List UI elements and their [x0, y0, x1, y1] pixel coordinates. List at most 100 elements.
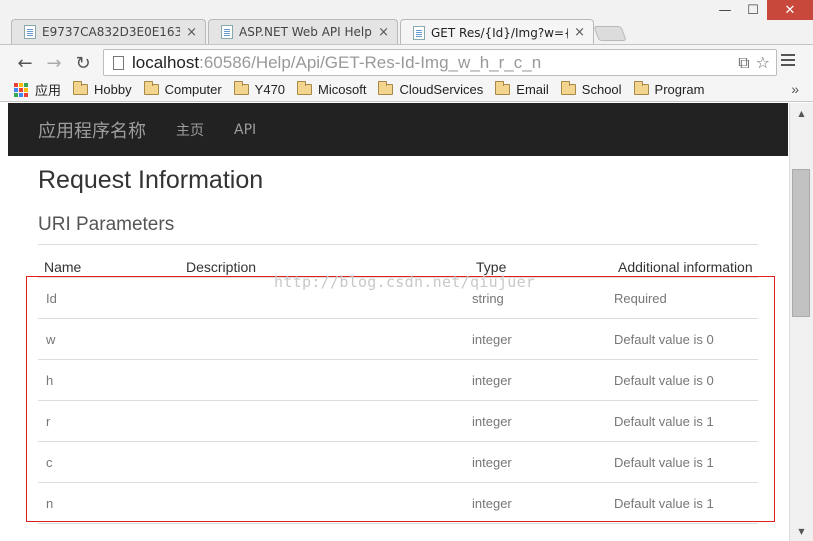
cell-info: Default value is 0	[612, 318, 758, 360]
folder-icon	[73, 81, 89, 95]
nav-link-home[interactable]: 主页	[176, 120, 204, 140]
nav-link-api[interactable]: API	[234, 122, 256, 138]
bookmark-label: Email	[516, 82, 549, 97]
bookmark-label: Computer	[164, 82, 222, 97]
cell-type: integer	[470, 441, 612, 483]
cell-type: integer	[470, 318, 612, 360]
page-icon	[24, 25, 36, 39]
menu-icon[interactable]	[781, 54, 795, 68]
column-header-type: Type	[470, 244, 612, 278]
cell-name: r	[38, 400, 180, 442]
folder-icon	[495, 81, 511, 95]
column-header-info: Additional information	[612, 244, 758, 278]
cell-description	[180, 277, 470, 319]
bookmark-computer[interactable]: Computer	[143, 81, 222, 97]
cell-info: Default value is 1	[612, 400, 758, 442]
tab-strip: E9737CA832D3E0E163C × ASP.NET Web API He…	[0, 0, 813, 45]
cell-info: Default value is 1	[612, 482, 758, 524]
page-icon	[413, 25, 425, 40]
tab-2[interactable]: ASP.NET Web API Help ×	[208, 19, 398, 44]
cell-name: n	[38, 482, 180, 524]
bookmark-label: Micosoft	[318, 82, 367, 97]
close-window-button[interactable]: ✕	[767, 0, 813, 20]
bookmark-star-icon[interactable]: ☆	[756, 53, 770, 73]
section-title: URI Parameters	[38, 214, 175, 235]
tab-3-active[interactable]: GET Res/{Id}/Img?w={w ×	[400, 19, 594, 45]
url-host: localhost	[132, 52, 200, 72]
tab-title: GET Res/{Id}/Img?w={w	[431, 25, 569, 40]
folder-icon	[297, 81, 313, 95]
cell-name: w	[38, 318, 180, 360]
table-row: c integer Default value is 1	[38, 441, 758, 483]
bookmark-cloudservices[interactable]: CloudServices	[378, 81, 484, 97]
cell-name: h	[38, 359, 180, 401]
site-brand[interactable]: 应用程序名称	[38, 117, 146, 143]
folder-icon	[560, 81, 576, 95]
new-tab-button[interactable]	[593, 26, 627, 41]
reload-icon[interactable]: ↻	[72, 52, 94, 74]
cell-type: integer	[470, 359, 612, 401]
cell-type: string	[470, 277, 612, 319]
bookmark-label: Hobby	[94, 82, 132, 97]
scroll-down-arrow-icon[interactable]: ▼	[790, 523, 813, 539]
bookmark-email[interactable]: Email	[495, 81, 549, 97]
close-icon[interactable]: ×	[574, 25, 585, 40]
window-controls: — ☐ ✕	[711, 0, 813, 22]
bookmarks-overflow-icon[interactable]: »	[791, 81, 799, 97]
table-row: r integer Default value is 1	[38, 400, 758, 442]
bookmark-program[interactable]: Program	[633, 81, 704, 97]
folder-icon	[378, 81, 394, 95]
table-header-row: Name Description Type Additional informa…	[38, 244, 758, 278]
bookmark-label: CloudServices	[399, 82, 484, 97]
cell-info: Required	[612, 277, 758, 319]
cell-name: Id	[38, 277, 180, 319]
url-text[interactable]: localhost:60586/Help/Api/GET-Res-Id-Img_…	[132, 53, 541, 73]
column-header-description: Description	[180, 244, 470, 278]
vertical-scrollbar[interactable]: ▲ ▼	[789, 103, 813, 541]
apps-icon	[14, 82, 28, 97]
cell-description	[180, 441, 470, 483]
forward-arrow-icon[interactable]: →	[43, 52, 65, 74]
cell-description	[180, 482, 470, 524]
table-row: Id string Required	[38, 277, 758, 319]
cell-info: Default value is 1	[612, 441, 758, 483]
column-header-name: Name	[38, 244, 180, 278]
close-icon[interactable]: ×	[378, 25, 389, 40]
address-bar[interactable]: localhost:60586/Help/Api/GET-Res-Id-Img_…	[103, 49, 777, 76]
bookmark-school[interactable]: School	[560, 81, 622, 97]
page-icon	[113, 55, 124, 70]
bookmark-hobby[interactable]: Hobby	[73, 81, 132, 97]
page-icon	[221, 25, 233, 39]
table-row: w integer Default value is 0	[38, 318, 758, 360]
bookmark-label: School	[581, 82, 622, 97]
uri-parameters-table: Name Description Type Additional informa…	[38, 244, 758, 524]
cell-description	[180, 359, 470, 401]
page-title: Request Information	[38, 166, 264, 194]
tab-1[interactable]: E9737CA832D3E0E163C ×	[11, 19, 206, 44]
scroll-up-arrow-icon[interactable]: ▲	[790, 105, 813, 121]
cell-type: integer	[470, 482, 612, 524]
folder-icon	[633, 81, 649, 95]
table-row: n integer Default value is 1	[38, 482, 758, 524]
back-arrow-icon[interactable]: ←	[14, 52, 36, 74]
bookmark-label: 应用	[35, 83, 62, 98]
translate-icon[interactable]: ⧉	[738, 53, 749, 73]
url-path: :60586/Help/Api/GET-Res-Id-Img_w_h_r_c_n	[199, 52, 542, 72]
bookmark-y470[interactable]: Y470	[233, 81, 286, 97]
table-row: h integer Default value is 0	[38, 359, 758, 401]
omnibox-actions: ⧉ ☆	[738, 53, 770, 73]
cell-description	[180, 318, 470, 360]
bookmarks-bar: 应用 Hobby Computer Y470 Micosoft CloudSer…	[0, 78, 813, 102]
bookmark-apps[interactable]: 应用	[14, 80, 61, 99]
tab-title: ASP.NET Web API Help	[239, 25, 372, 39]
bookmark-micosoft[interactable]: Micosoft	[297, 81, 367, 97]
folder-icon	[233, 81, 249, 95]
maximize-button[interactable]: ☐	[739, 0, 767, 20]
bookmark-label: Y470	[254, 82, 286, 97]
minimize-button[interactable]: —	[711, 0, 739, 20]
browser-toolbar: ← → ↻ localhost:60586/Help/Api/GET-Res-I…	[0, 44, 813, 78]
tab-title: E9737CA832D3E0E163C	[42, 25, 181, 39]
folder-icon	[143, 81, 159, 95]
close-icon[interactable]: ×	[186, 25, 197, 40]
scroll-thumb[interactable]	[792, 169, 810, 317]
